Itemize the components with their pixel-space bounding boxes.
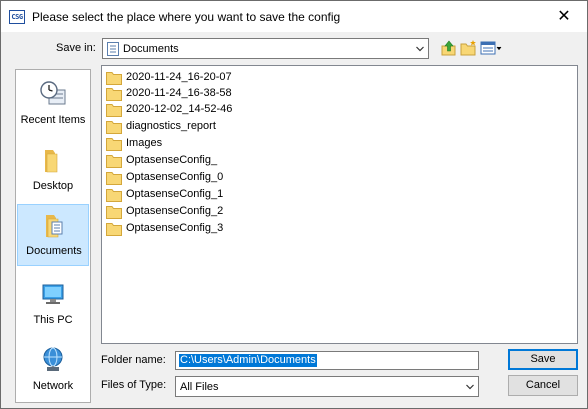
folder-name-input[interactable]: C:\Users\Admin\Documents [175, 351, 479, 370]
list-item[interactable]: OptasenseConfig_3 [106, 221, 306, 237]
folder-icon [106, 172, 122, 185]
list-item[interactable]: 2020-11-24_16-20-07 [106, 70, 306, 86]
files-of-type-combo[interactable]: All Files [175, 376, 479, 397]
create-new-folder-icon[interactable] [460, 39, 478, 57]
list-item[interactable]: 2020-11-24_16-38-58 [106, 86, 306, 102]
place-network[interactable]: Network [17, 340, 89, 402]
list-item[interactable]: OptasenseConfig_ [106, 153, 306, 169]
files-of-type-value: All Files [180, 381, 219, 393]
up-one-level-icon[interactable] [440, 39, 458, 57]
folder-icon [106, 138, 122, 151]
file-name: diagnostics_report [126, 120, 216, 132]
chevron-down-icon [416, 46, 424, 52]
folder-icon [106, 104, 122, 117]
list-item[interactable]: diagnostics_report [106, 119, 306, 135]
file-name: OptasenseConfig_2 [126, 205, 224, 217]
save-in-value: Documents [123, 43, 179, 55]
app-icon: CSG [9, 10, 25, 24]
file-name: Images [126, 137, 163, 149]
place-label: Recent Items [20, 114, 86, 126]
place-this-pc[interactable]: This PC [17, 274, 89, 336]
file-name: 2020-12-02_14-52-46 [126, 103, 233, 115]
file-list[interactable]: 2020-11-24_16-20-07 2020-11-24_16-38-58 … [101, 65, 578, 344]
place-recent-items[interactable]: Recent Items [17, 74, 89, 136]
file-name: OptasenseConfig_1 [126, 188, 224, 200]
file-name: OptasenseConfig_0 [126, 171, 224, 183]
folder-icon [106, 206, 122, 219]
view-menu-icon[interactable] [480, 39, 502, 57]
folder-name-label: Folder name: [101, 354, 166, 366]
place-label: Desktop [32, 180, 74, 192]
save-in-combo[interactable]: Documents [102, 38, 429, 59]
list-item[interactable]: OptasenseConfig_0 [106, 170, 306, 186]
list-item[interactable]: OptasenseConfig_1 [106, 187, 306, 203]
place-documents[interactable]: Documents [17, 204, 89, 266]
list-item[interactable]: Images [106, 136, 306, 152]
folder-icon [106, 72, 122, 85]
list-item[interactable]: OptasenseConfig_2 [106, 204, 306, 220]
window-title: Please select the place where you want t… [32, 10, 341, 24]
folder-icon [106, 155, 122, 168]
documents-icon [46, 215, 63, 238]
network-icon [43, 347, 63, 371]
files-of-type-label: Files of Type: [101, 379, 167, 391]
recent-items-icon [40, 81, 66, 105]
folder-icon [106, 121, 122, 134]
documents-folder-icon [107, 42, 119, 56]
close-button[interactable]: ✕ [541, 1, 587, 32]
file-name: OptasenseConfig_ [126, 154, 218, 166]
save-dialog: CSG Please select the place where you wa… [0, 0, 588, 409]
file-name: OptasenseConfig_3 [126, 222, 224, 234]
folder-icon [106, 189, 122, 202]
place-label: Network [32, 380, 74, 392]
computer-icon [42, 284, 64, 304]
folder-icon [106, 88, 122, 101]
folder-name-value: C:\Users\Admin\Documents [179, 354, 317, 367]
place-label: Documents [26, 245, 82, 257]
list-item[interactable]: 2020-12-02_14-52-46 [106, 102, 306, 118]
save-button[interactable]: Save [508, 349, 578, 370]
cancel-button[interactable]: Cancel [508, 375, 578, 396]
place-desktop[interactable]: Desktop [17, 140, 89, 202]
place-label: This PC [33, 314, 73, 326]
desktop-folder-icon [45, 150, 58, 173]
save-in-label: Save in: [56, 42, 96, 54]
places-bar: Recent Items Desktop Documents This PC N… [15, 69, 91, 403]
file-name: 2020-11-24_16-20-07 [126, 71, 232, 83]
title-bar[interactable]: CSG Please select the place where you wa… [1, 1, 587, 32]
folder-icon [106, 223, 122, 236]
file-name: 2020-11-24_16-38-58 [126, 87, 232, 99]
chevron-down-icon [466, 384, 474, 390]
